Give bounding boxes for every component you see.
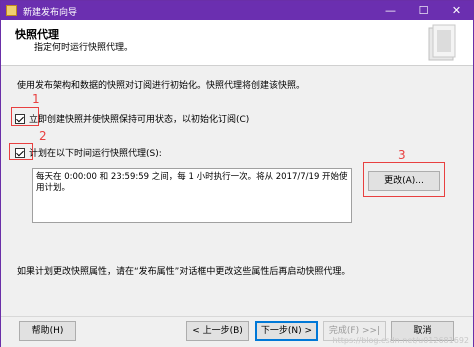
option-schedule-snapshot[interactable]: 计划在以下时间运行快照代理(S):: [15, 146, 162, 159]
app-icon: [6, 5, 17, 16]
option-schedule-snapshot-label: 计划在以下时间运行快照代理(S):: [29, 149, 162, 159]
wizard-footer: 帮助(H) < 上一步(B) 下一步(N) > 完成(F) >>| 取消 htt…: [1, 316, 473, 347]
next-button[interactable]: 下一步(N) >: [255, 321, 318, 341]
wizard-graphic-icon: [428, 24, 456, 61]
wizard-window: 新建发布向导 — ☐ ✕ 快照代理 指定何时运行快照代理。 使用发布架构和数据的…: [0, 0, 474, 347]
note-text: 如果计划更改快照属性，请在“发布属性”对话框中更改这些属性后再启动快照代理。: [17, 267, 351, 277]
option-create-snapshot[interactable]: 立即创建快照并使快照保持可用状态，以初始化订阅(C): [15, 112, 249, 125]
annotation-2: 2: [39, 129, 47, 143]
annotation-3: 3: [398, 148, 406, 162]
annotation-1: 1: [32, 92, 40, 106]
option-create-snapshot-label: 立即创建快照并使快照保持可用状态，以初始化订阅(C): [29, 115, 250, 125]
window-title: 新建发布向导: [23, 8, 78, 18]
schedule-description: 每天在 0:00:00 和 23:59:59 之间，每 1 小时执行一次。将从 …: [32, 168, 352, 223]
change-schedule-button[interactable]: 更改(A)...: [368, 171, 440, 191]
title-bar: 新建发布向导 — ☐ ✕: [1, 1, 473, 20]
back-button[interactable]: < 上一步(B): [186, 321, 249, 341]
close-button[interactable]: ✕: [440, 1, 473, 20]
watermark: https://blog.csdn.net/u012681692: [332, 336, 469, 345]
help-button[interactable]: 帮助(H): [19, 321, 76, 341]
checkbox-create-snapshot[interactable]: [15, 113, 25, 124]
minimize-button[interactable]: —: [374, 1, 407, 20]
page-subtitle: 指定何时运行快照代理。: [34, 43, 134, 53]
checkbox-schedule-snapshot[interactable]: [15, 147, 25, 158]
intro-text: 使用发布架构和数据的快照对订阅进行初始化。快照代理将创建该快照。: [17, 81, 306, 91]
page-header: 快照代理 指定何时运行快照代理。: [1, 20, 473, 66]
wizard-body: 使用发布架构和数据的快照对订阅进行初始化。快照代理将创建该快照。 1 立即创建快…: [1, 66, 473, 316]
maximize-button[interactable]: ☐: [407, 1, 440, 20]
